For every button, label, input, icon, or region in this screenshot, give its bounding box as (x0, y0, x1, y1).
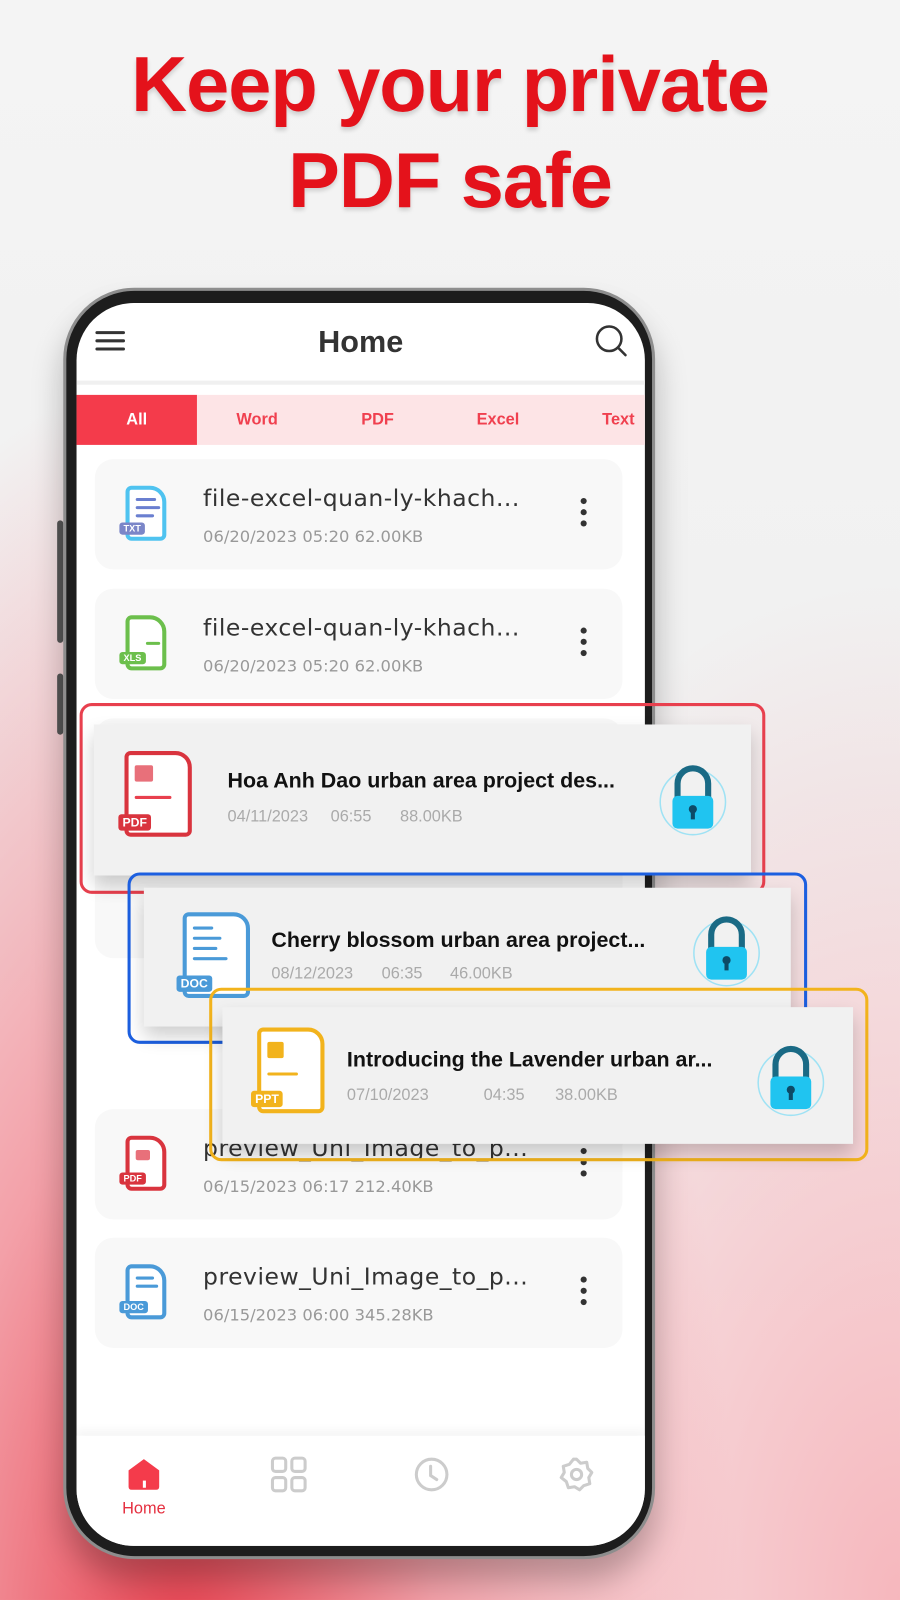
tab-excel[interactable]: Excel (438, 395, 558, 445)
app-bar: Home (76, 303, 645, 385)
file-size: 38.00KB (555, 1086, 618, 1105)
file-name: file-excel-quan-ly-khach... (203, 485, 520, 513)
gear-icon[interactable] (558, 1456, 595, 1493)
ppt-file-icon: PPT (251, 1027, 325, 1114)
file-size: 88.00KB (399, 808, 463, 826)
file-name: Introducing the Lavender urban ar... (346, 1047, 713, 1072)
pdf-file-icon: PDF (119, 1135, 167, 1191)
file-time: 04:35 (483, 1086, 525, 1105)
file-size: 46.00KB (449, 965, 513, 983)
file-name: Hoa Anh Dao urban area project des... (227, 769, 615, 793)
headline-line-2: PDF safe (288, 137, 613, 225)
page-title: Home (318, 325, 404, 360)
file-name: file-excel-quan-ly-khach... (203, 615, 520, 642)
file-date: 04/11/2023 (227, 808, 309, 826)
lock-icon (659, 765, 727, 836)
doc-file-icon: DOC (119, 1264, 167, 1320)
tab-all[interactable]: All (76, 394, 197, 445)
filter-tabs: All Word PDF Excel Text (76, 394, 645, 445)
more-options-icon[interactable] (580, 627, 589, 657)
file-meta: 06/20/2023 05:20 62.00KB (203, 526, 424, 546)
bottom-nav: Home (76, 1435, 645, 1546)
file-list-item[interactable]: TXT file-excel-quan-ly-khach... 06/20/20… (94, 459, 623, 570)
doc-file-icon: DOC (176, 912, 250, 998)
file-time: 06:35 (381, 965, 423, 983)
tab-word[interactable]: Word (197, 395, 317, 445)
clock-icon[interactable] (413, 1456, 450, 1493)
lock-icon (757, 1045, 825, 1117)
grid-icon[interactable] (270, 1456, 307, 1493)
pdf-file-icon: PDF (118, 751, 192, 837)
file-meta: 06/15/2023 06:17 212.40KB (203, 1176, 434, 1196)
tab-text[interactable]: Text (558, 395, 645, 445)
txt-file-icon: TXT (119, 485, 167, 541)
nav-home[interactable]: Home (113, 1456, 174, 1518)
home-icon (128, 1459, 160, 1490)
tab-pdf[interactable]: PDF (317, 395, 437, 445)
xls-file-icon: XLS (119, 615, 167, 671)
more-options-icon[interactable] (580, 497, 589, 527)
search-icon[interactable] (594, 323, 629, 358)
file-meta: 06/15/2023 06:00 345.28KB (203, 1305, 434, 1325)
file-meta: 06/20/2023 05:20 62.00KB (203, 656, 424, 676)
locked-file-card[interactable]: PPT Introducing the Lavender urban ar...… (222, 1007, 854, 1144)
nav-home-label: Home (122, 1499, 166, 1518)
file-name: Cherry blossom urban area project... (271, 928, 646, 953)
file-date: 08/12/2023 (271, 965, 354, 983)
locked-file-card[interactable]: PDF Hoa Anh Dao urban area project des..… (93, 724, 752, 876)
file-time: 06:55 (330, 808, 372, 826)
file-list-item[interactable]: XLS file-excel-quan-ly-khach... 06/20/20… (94, 588, 623, 699)
more-options-icon[interactable] (580, 1276, 589, 1306)
file-list-item[interactable]: DOC preview_Uni_Image_to_p... 06/15/2023… (94, 1237, 623, 1348)
file-date: 07/10/2023 (346, 1086, 429, 1105)
lock-icon (693, 916, 760, 987)
headline-line-1: Keep your private (131, 41, 770, 129)
file-name: preview_Uni_Image_to_p... (203, 1264, 529, 1291)
